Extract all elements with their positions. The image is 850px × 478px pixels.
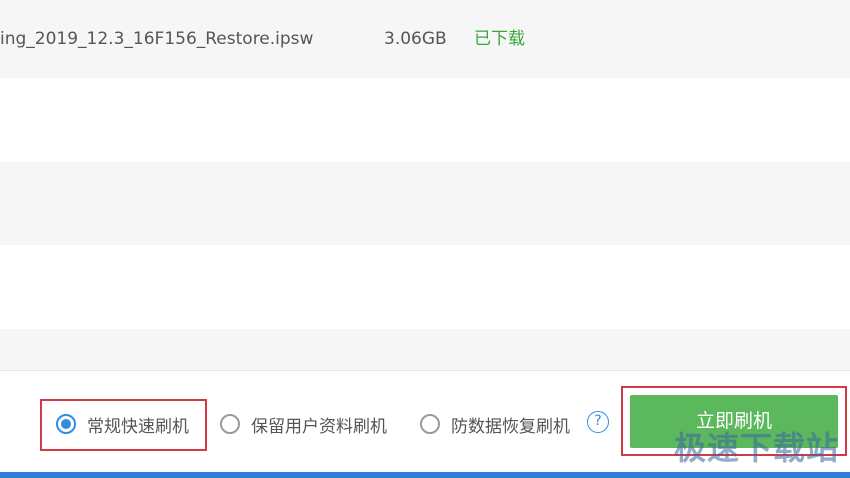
radio-unselected-icon[interactable] bbox=[420, 414, 440, 434]
radio-selected-icon[interactable] bbox=[56, 414, 76, 434]
radio-unselected-icon[interactable] bbox=[220, 414, 240, 434]
mode-label: 常规快速刷机 bbox=[87, 416, 189, 437]
download-status-label: 已下载 bbox=[474, 29, 525, 49]
question-circle-icon[interactable]: ? bbox=[587, 411, 609, 433]
table-row-empty bbox=[0, 245, 850, 329]
mode-option-anti-recovery[interactable]: 防数据恢复刷机 bbox=[420, 410, 570, 438]
table-row[interactable]: ing_2019_12.3_16F156_Restore.ipsw 3.06GB… bbox=[0, 0, 850, 78]
firmware-file-size: 3.06GB bbox=[384, 29, 447, 49]
flash-tool-window: ing_2019_12.3_16F156_Restore.ipsw 3.06GB… bbox=[0, 0, 850, 478]
mode-label: 防数据恢复刷机 bbox=[451, 416, 570, 437]
mode-option-keep-user-data[interactable]: 保留用户资料刷机 bbox=[220, 410, 387, 438]
firmware-file-list: ing_2019_12.3_16F156_Restore.ipsw 3.06GB… bbox=[0, 0, 850, 370]
mode-label: 保留用户资料刷机 bbox=[251, 416, 387, 437]
firmware-file-name: ing_2019_12.3_16F156_Restore.ipsw bbox=[0, 29, 314, 49]
mode-option-normal-quick-flash[interactable]: 常规快速刷机 bbox=[56, 410, 189, 438]
flash-now-button[interactable]: 立即刷机 bbox=[630, 395, 838, 448]
table-row-empty bbox=[0, 78, 850, 162]
window-bottom-strip bbox=[0, 472, 850, 478]
table-row-empty bbox=[0, 329, 850, 370]
table-row-empty bbox=[0, 162, 850, 245]
